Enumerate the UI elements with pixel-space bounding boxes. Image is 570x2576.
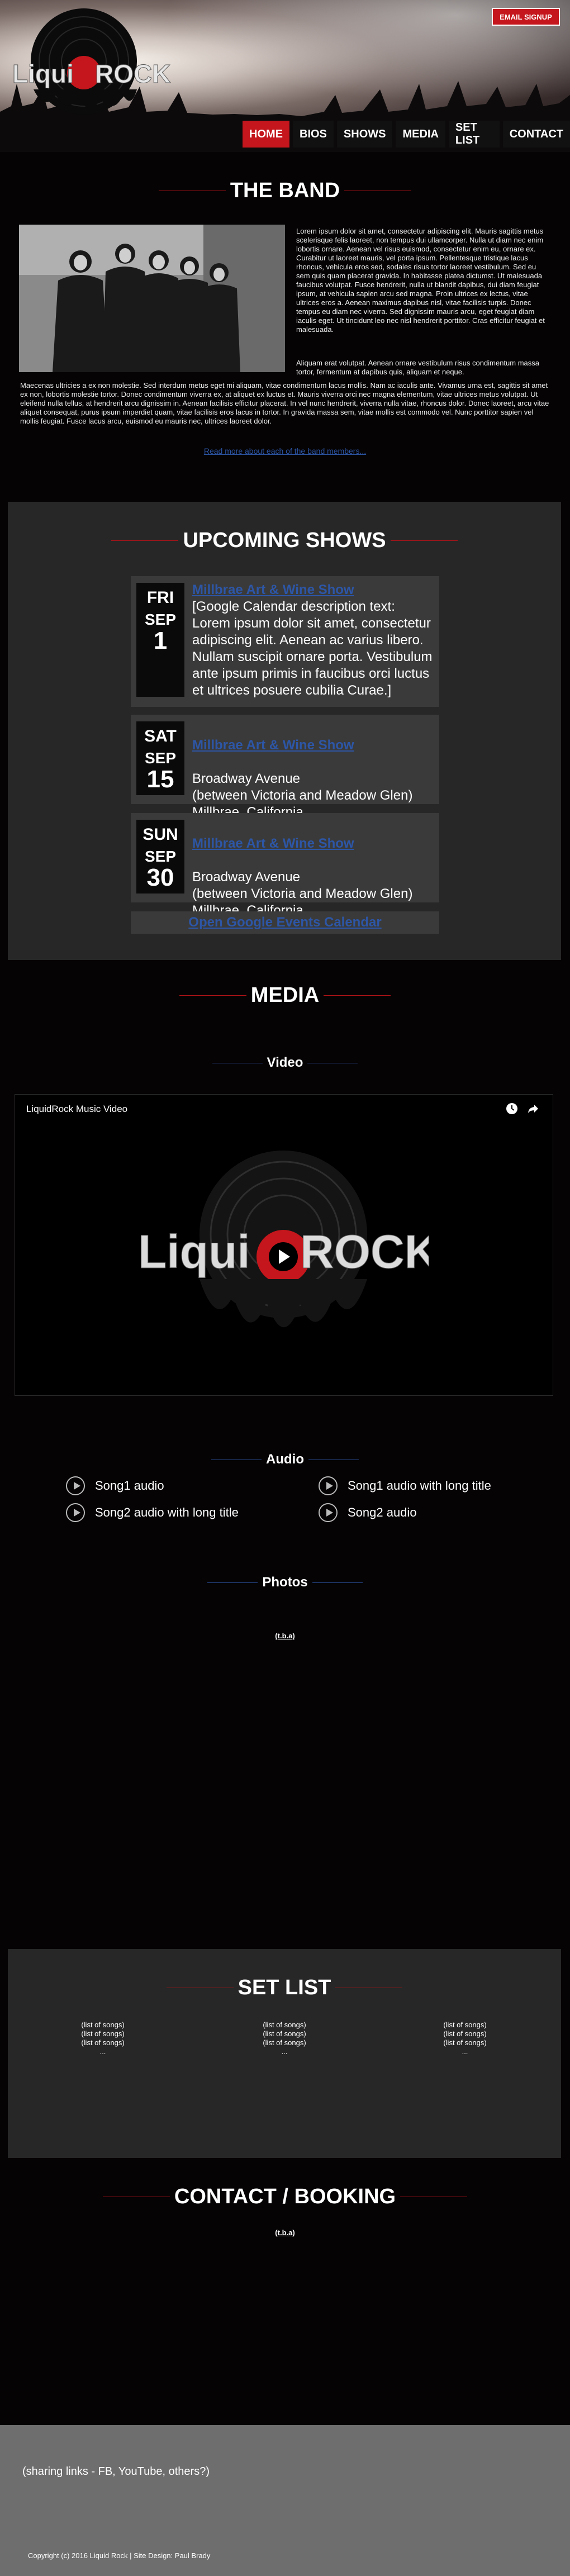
- nav-item-media[interactable]: MEDIA: [396, 121, 445, 148]
- show-date: FRI SEP 1: [136, 583, 184, 697]
- setlist-column: (list of songs) (list of songs) (list of s…: [263, 2021, 306, 2056]
- band-photo: [19, 225, 285, 372]
- photos-tba: (t.b.a): [275, 1632, 295, 1640]
- site-footer: (sharing links - FB, YouTube, others?) C…: [0, 2425, 570, 2576]
- audio-track[interactable]: Song2 audio with long title: [66, 1503, 239, 1522]
- contact-title: CONTACT / BOOKING: [0, 2185, 570, 2209]
- audio-track[interactable]: Song1 audio with long title: [319, 1476, 491, 1495]
- show-detail: Broadway Avenue (between Victoria and Me…: [192, 869, 413, 918]
- contact-tba: (t.b.a): [275, 2228, 295, 2237]
- photos-title: Photos: [0, 1575, 570, 1590]
- email-signup-button[interactable]: EMAIL SIGNUP: [492, 8, 560, 26]
- band-paragraph-3: Maecenas ultricies a ex non molestie. Se…: [20, 381, 549, 425]
- logo-text-left: Liqui: [12, 59, 74, 88]
- show-detail: [Google Calendar description text: Lorem…: [192, 599, 433, 698]
- nav-item-shows[interactable]: SHOWS: [336, 121, 393, 148]
- video-title: Video: [0, 1055, 570, 1071]
- play-icon[interactable]: [66, 1503, 85, 1522]
- band-section: THE BAND Lorem ipsum dolor sit amet, con…: [0, 152, 570, 482]
- video-logo-right: ROCK: [300, 1225, 429, 1278]
- setlist-column: (list of songs) (list of songs) (list of s…: [443, 2021, 487, 2056]
- watch-later-icon[interactable]: [506, 1102, 518, 1115]
- band-paragraph-1: Lorem ipsum dolor sit amet, consectetur …: [296, 227, 545, 334]
- media-title: MEDIA: [0, 983, 570, 1007]
- band-paragraph-2: Aliquam erat volutpat. Aenean ornare ves…: [296, 359, 539, 376]
- show-title-link[interactable]: Millbrae Art & Wine Show: [192, 582, 433, 598]
- audio-track[interactable]: Song1 audio: [66, 1476, 164, 1495]
- show-date: SUN SEP 30: [136, 820, 184, 893]
- audio-track[interactable]: Song2 audio: [319, 1503, 417, 1522]
- band-more-link[interactable]: Read more about each of the band members…: [0, 446, 570, 455]
- video-thumbnail-logo: Liqui ROCK: [138, 1151, 429, 1328]
- video-label: LiquidRock Music Video: [26, 1104, 128, 1114]
- show-card: SAT SEP 15 Millbrae Art & Wine Show Broa…: [131, 715, 439, 820]
- liquidrock-logo: Liqui ROCK: [12, 8, 171, 115]
- video-logo-left: Liqui: [138, 1225, 250, 1278]
- setlist-title: SET LIST: [8, 1976, 561, 2000]
- show-card: SUN SEP 30 Millbrae Art & Wine Show Broa…: [131, 813, 439, 918]
- logo-text-right: ROCK: [95, 59, 170, 88]
- play-icon[interactable]: [319, 1476, 338, 1495]
- nav-item-contact[interactable]: CONTACT: [502, 121, 570, 148]
- shows-section: UPCOMING SHOWS FRI SEP 1 Millbrae Art & …: [8, 502, 561, 960]
- google-calendar-link[interactable]: Open Google Events Calendar: [131, 911, 439, 934]
- show-title-link[interactable]: Millbrae Art & Wine Show: [192, 737, 433, 754]
- setlist-column: (list of songs) (list of songs) (list of s…: [81, 2021, 125, 2056]
- sharing-links-placeholder: (sharing links - FB, YouTube, others?): [22, 2465, 210, 2478]
- nav-item-bios[interactable]: BIOS: [293, 121, 334, 148]
- share-icon[interactable]: [527, 1102, 539, 1115]
- show-date: SAT SEP 15: [136, 721, 184, 795]
- copyright-text: Copyright (c) 2016 Liquid Rock | Site De…: [28, 2551, 211, 2560]
- audio-title: Audio: [0, 1452, 570, 1467]
- site-header: Liqui ROCK EMAIL SIGNUP HOME BIOS SHOWS MED…: [0, 0, 570, 152]
- show-title-link[interactable]: Millbrae Art & Wine Show: [192, 835, 433, 852]
- nav-item-home[interactable]: HOME: [243, 121, 289, 148]
- show-detail: Broadway Avenue (between Victoria and Me…: [192, 771, 413, 820]
- band-title: THE BAND: [0, 179, 570, 203]
- play-icon[interactable]: [66, 1476, 85, 1495]
- nav-item-set-list[interactable]: SET LIST: [448, 121, 500, 148]
- video-player[interactable]: LiquidRock Music Video Liqui ROCK: [15, 1094, 553, 1396]
- play-icon[interactable]: [319, 1503, 338, 1522]
- setlist-section: SET LIST (list of songs) (list of songs)(…: [8, 1949, 561, 2158]
- shows-title: UPCOMING SHOWS: [8, 529, 561, 553]
- main-nav: HOME BIOS SHOWS MEDIA SET LIST CONTACT: [243, 121, 570, 148]
- show-card: FRI SEP 1 Millbrae Art & Wine Show [Goog…: [131, 576, 439, 707]
